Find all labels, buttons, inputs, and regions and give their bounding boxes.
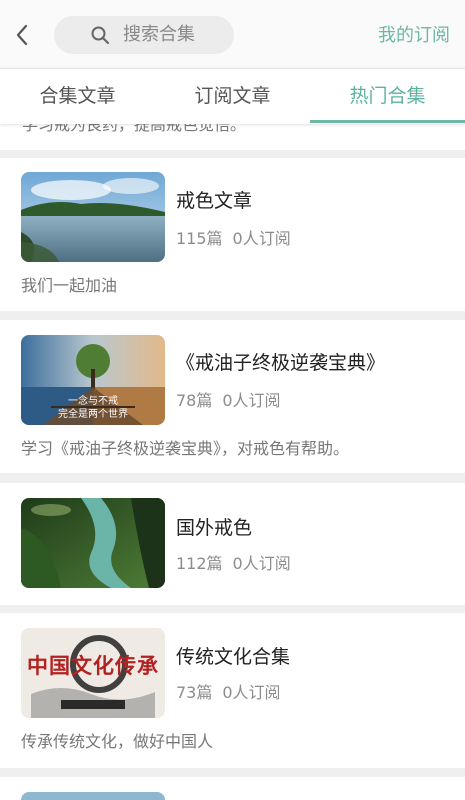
collection-title: 传统文化合集	[176, 646, 291, 668]
subscriber-count: 0人订阅	[222, 391, 281, 410]
tab-bar: 合集文章 订阅文章 热门合集	[0, 68, 465, 124]
collection-desc: 学习《戒油子终极逆袭宝典》，对戒色有帮助。	[21, 439, 350, 458]
thumbnail-caption: 中国文化传承	[27, 653, 159, 678]
search-icon	[91, 26, 110, 45]
list-item-partial[interactable]: 学习戒为良药，提高戒色觉悟。	[0, 124, 465, 150]
my-subscriptions-link[interactable]: 我的订阅	[378, 25, 450, 47]
active-tab-indicator	[310, 120, 465, 123]
back-button[interactable]	[8, 18, 36, 52]
collection-desc: 学习戒为良药，提高戒色觉悟。	[22, 124, 247, 134]
tab-collection-articles[interactable]: 合集文章	[0, 69, 155, 124]
article-count: 73篇	[176, 683, 213, 702]
collection-title: 戒色文章	[176, 190, 253, 212]
subscriber-count: 0人订阅	[232, 554, 291, 573]
tab-hot-collections[interactable]: 热门合集	[310, 69, 465, 124]
collection-thumbnail	[21, 172, 165, 262]
collection-meta: 73篇 0人订阅	[176, 683, 281, 703]
collection-thumbnail	[21, 498, 165, 588]
collection-thumbnail: 中国文化传承	[21, 628, 165, 718]
collection-card[interactable]: 国外戒色 112篇 0人订阅	[0, 483, 465, 605]
search-placeholder: 搜索合集	[123, 24, 195, 45]
collection-meta: 78篇 0人订阅	[176, 391, 281, 411]
collection-thumbnail	[21, 792, 165, 800]
collection-title: 《戒油子终极逆袭宝典》	[176, 352, 386, 374]
top-bar: 搜索合集 我的订阅	[0, 0, 465, 68]
collection-desc: 传承传统文化，做好中国人	[21, 732, 214, 751]
article-count: 115篇	[176, 229, 223, 248]
search-input[interactable]: 搜索合集	[54, 16, 234, 54]
chevron-left-icon	[16, 24, 28, 46]
collection-title: 国外戒色	[176, 517, 253, 539]
article-count: 78篇	[176, 391, 213, 410]
collection-card[interactable]: 一念与不戒 完全是两个世界 《戒油子终极逆袭宝典》 78篇 0人订阅 学习《戒油子…	[0, 320, 465, 473]
collection-card[interactable]	[0, 777, 465, 800]
collection-desc: 我们一起加油	[21, 276, 118, 295]
collection-card[interactable]: 戒色文章 115篇 0人订阅 我们一起加油	[0, 158, 465, 311]
collection-thumbnail: 一念与不戒 完全是两个世界	[21, 335, 165, 425]
tab-subscribed-articles[interactable]: 订阅文章	[155, 69, 310, 124]
subscriber-count: 0人订阅	[222, 683, 281, 702]
thumbnail-caption: 一念与不戒 完全是两个世界	[58, 396, 128, 420]
collection-card[interactable]: 中国文化传承 传统文化合集 73篇 0人订阅 传承传统文化，做好中国人	[0, 613, 465, 768]
collection-meta: 115篇 0人订阅	[176, 229, 291, 249]
article-count: 112篇	[176, 554, 223, 573]
subscriber-count: 0人订阅	[232, 229, 291, 248]
collection-meta: 112篇 0人订阅	[176, 554, 291, 574]
